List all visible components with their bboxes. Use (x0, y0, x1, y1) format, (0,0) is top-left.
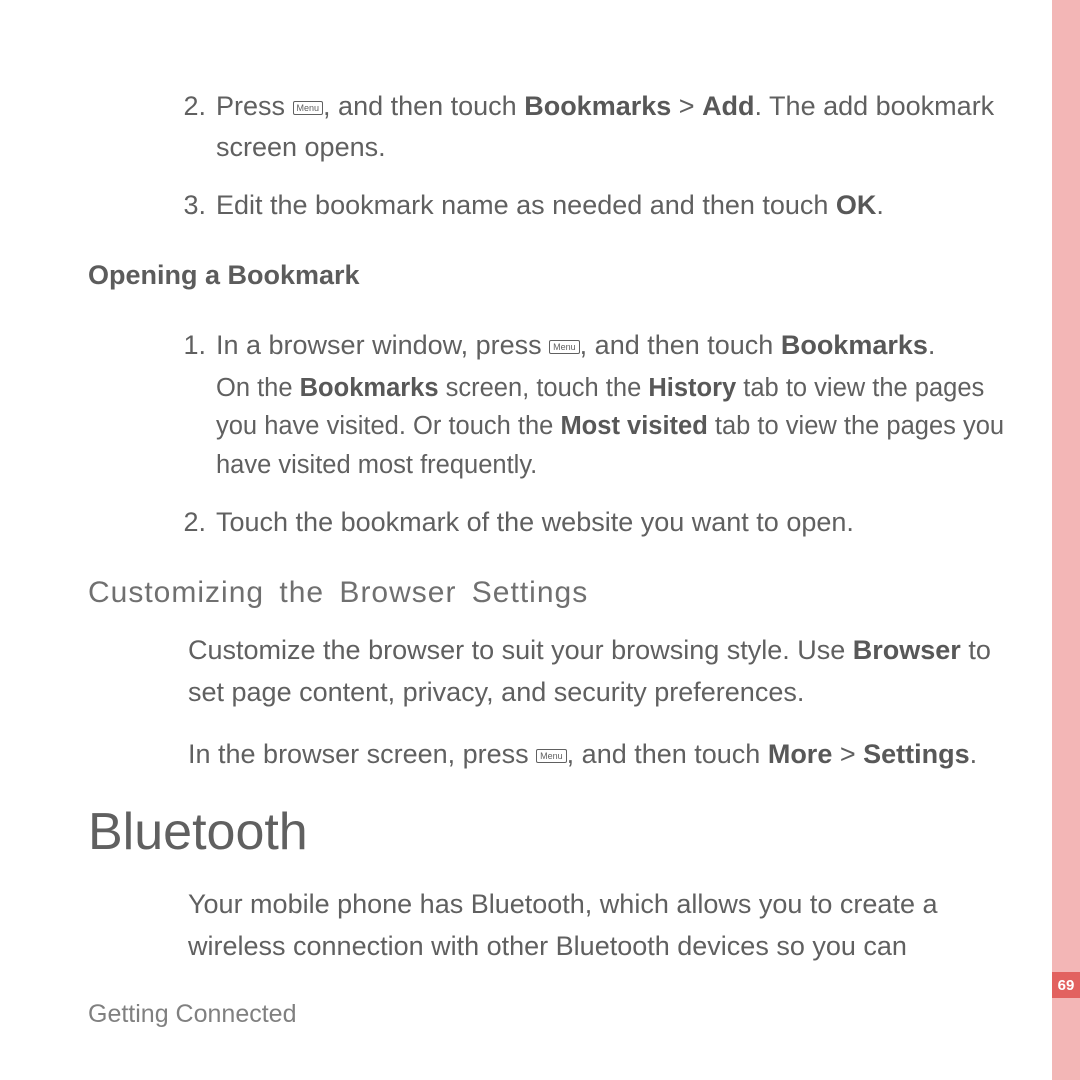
list-item: 2. Touch the bookmark of the website you… (88, 502, 1008, 543)
text: > (832, 739, 863, 769)
menu-key-icon: Menu (293, 101, 324, 115)
text: , and then touch (323, 91, 524, 121)
text: screen, touch the (439, 374, 649, 402)
text: Edit the bookmark name as needed and the… (216, 190, 836, 220)
sub-note: On the Bookmarks screen, touch the Histo… (216, 369, 1008, 484)
text: Customize the browser to suit your brows… (188, 635, 853, 665)
menu-key-icon: Menu (536, 749, 567, 763)
bold-text: Add (702, 91, 754, 121)
step-list-b: 1. In a browser window, press Menu, and … (88, 325, 1008, 543)
text: . (876, 190, 884, 220)
list-number: 3. (88, 185, 216, 226)
heading-customizing-browser: Customizing the Browser Settings (88, 576, 1008, 610)
bold-text: History (648, 374, 736, 402)
bold-text: OK (836, 190, 877, 220)
menu-key-icon: Menu (549, 340, 580, 354)
bold-text: Settings (863, 739, 970, 769)
bold-text: Browser (853, 635, 961, 665)
bold-text: Most visited (560, 412, 707, 440)
text: . (928, 330, 936, 360)
page-content: 2. Press Menu, and then touch Bookmarks … (88, 86, 1008, 987)
footer-chapter: Getting Connected (88, 1000, 296, 1029)
list-number: 2. (88, 502, 216, 543)
list-number: 1. (88, 325, 216, 484)
text: , and then touch (580, 330, 781, 360)
bold-text: Bookmarks (524, 91, 671, 121)
text: Press (216, 91, 293, 121)
bold-text: Bookmarks (781, 330, 928, 360)
step-list-a: 2. Press Menu, and then touch Bookmarks … (88, 86, 1008, 226)
text: > (671, 91, 702, 121)
list-item: 2. Press Menu, and then touch Bookmarks … (88, 86, 1008, 167)
text: In a browser window, press (216, 330, 549, 360)
page-number: 69 (1052, 972, 1080, 998)
list-item: 1. In a browser window, press Menu, and … (88, 325, 1008, 484)
list-body: Edit the bookmark name as needed and the… (216, 185, 1008, 226)
text: In the browser screen, press (188, 739, 536, 769)
paragraph: Your mobile phone has Bluetooth, which a… (188, 884, 1008, 968)
paragraph: In the browser screen, press Menu, and t… (188, 734, 1008, 776)
bold-text: Bookmarks (300, 374, 439, 402)
side-stripe (1052, 0, 1080, 1080)
bold-text: More (768, 739, 833, 769)
text: On the (216, 374, 300, 402)
paragraph: Customize the browser to suit your brows… (188, 630, 1008, 714)
list-number: 2. (88, 86, 216, 167)
list-body: Touch the bookmark of the website you wa… (216, 502, 1008, 543)
text: , and then touch (567, 739, 768, 769)
list-body: In a browser window, press Menu, and the… (216, 325, 1008, 484)
heading-opening-bookmark: Opening a Bookmark (88, 260, 1008, 291)
heading-bluetooth: Bluetooth (88, 802, 1008, 862)
list-body: Press Menu, and then touch Bookmarks > A… (216, 86, 1008, 167)
text: Touch the bookmark of the website you wa… (216, 507, 854, 537)
list-item: 3. Edit the bookmark name as needed and … (88, 185, 1008, 226)
text: . (970, 739, 978, 769)
